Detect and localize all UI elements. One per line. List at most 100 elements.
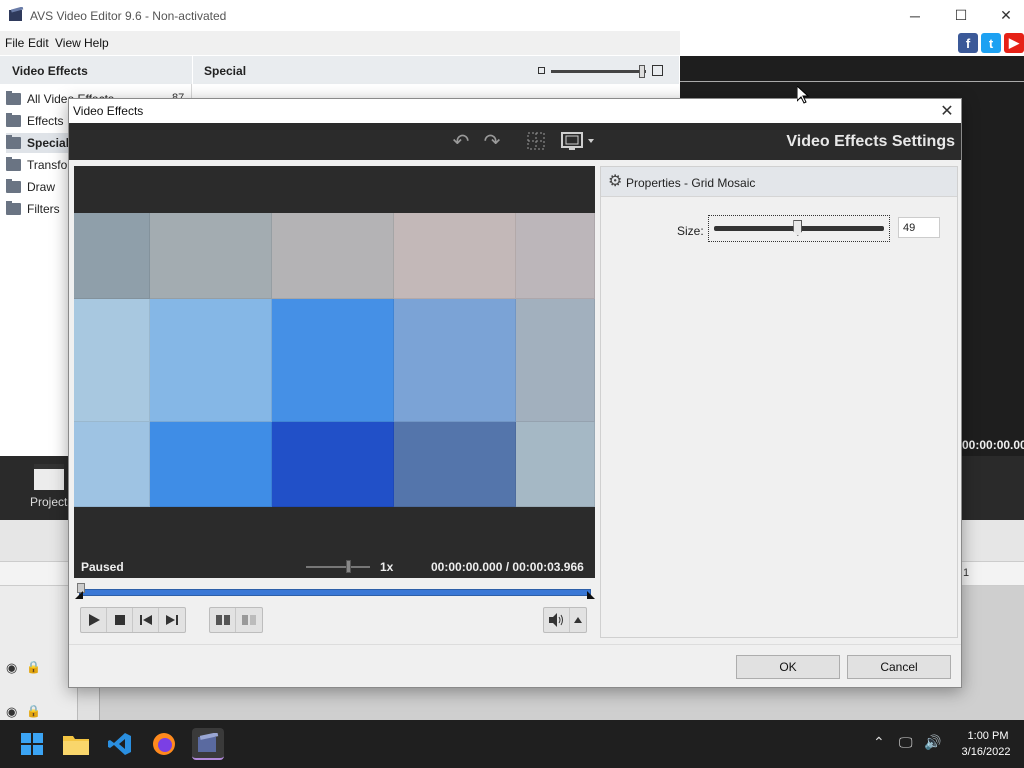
zoom-in-icon[interactable] bbox=[652, 65, 663, 76]
category-label: Effects bbox=[27, 114, 64, 128]
select-area-icon[interactable] bbox=[524, 130, 548, 152]
mosaic-tile bbox=[516, 299, 595, 422]
volume-controls bbox=[543, 607, 587, 633]
main-time-readout: 00:00:00.000 bbox=[962, 438, 1024, 452]
special-panel-title: Special bbox=[204, 64, 247, 78]
range-start-marker[interactable] bbox=[75, 591, 83, 599]
thumbnail-size-slider[interactable] bbox=[551, 70, 646, 73]
windows-start-icon[interactable] bbox=[16, 728, 48, 760]
twitter-icon[interactable]: t bbox=[981, 33, 1001, 53]
clapperboard-icon[interactable] bbox=[34, 464, 64, 490]
firefox-icon[interactable] bbox=[148, 728, 180, 760]
compare-view-button[interactable] bbox=[236, 608, 262, 632]
folder-icon bbox=[6, 157, 21, 171]
zoom-out-icon[interactable] bbox=[538, 67, 545, 74]
aspect-ratio-dropdown[interactable] bbox=[559, 130, 599, 152]
track-headers: ◉ 🔒 ◉ 🔒 bbox=[0, 586, 78, 720]
ok-button[interactable]: OK bbox=[736, 655, 840, 679]
speed-slider-handle[interactable] bbox=[345, 560, 351, 573]
volume-icon[interactable]: 🔊 bbox=[924, 734, 941, 751]
preview-seek-bar[interactable] bbox=[75, 583, 595, 599]
compare-view-icon bbox=[242, 615, 256, 625]
size-label: Size: bbox=[677, 224, 704, 238]
size-slider-handle[interactable] bbox=[793, 220, 803, 236]
effect-preview: Paused 1x 00:00:00.000 / 00:00:03.966 bbox=[74, 166, 595, 578]
time-readout: 00:00:00.000 / 00:00:03.966 bbox=[431, 560, 584, 574]
file-explorer-icon[interactable] bbox=[60, 728, 92, 760]
facebook-icon[interactable]: f bbox=[958, 33, 978, 53]
undo-icon[interactable]: ↶ bbox=[449, 130, 473, 153]
menu-file[interactable]: File bbox=[5, 36, 24, 50]
chevron-up-icon[interactable]: ⌃ bbox=[873, 734, 885, 751]
size-input[interactable]: 49 bbox=[898, 217, 940, 238]
minimize-button[interactable]: ─ bbox=[892, 0, 938, 31]
avs-video-editor-taskbar-icon[interactable] bbox=[192, 728, 224, 760]
mouse-cursor-icon bbox=[797, 86, 809, 104]
category-label: Draw bbox=[27, 180, 56, 194]
clock-time[interactable]: 1:00 PM bbox=[960, 730, 1016, 742]
network-icon[interactable]: 🖵 bbox=[899, 734, 913, 751]
split-view-icon bbox=[215, 615, 230, 625]
properties-header: ⚙ Properties - Grid Mosaic bbox=[601, 167, 957, 197]
speed-value: 1x bbox=[380, 560, 394, 574]
mosaic-tile bbox=[150, 213, 272, 299]
mosaic-tile bbox=[272, 299, 394, 422]
speed-slider[interactable] bbox=[306, 566, 370, 568]
dialog-toolbar: ↶ ↷ Video Effects Settings bbox=[69, 123, 961, 160]
skip-back-icon bbox=[139, 615, 152, 625]
vscode-icon[interactable] bbox=[104, 728, 136, 760]
maximize-button[interactable]: ☐ bbox=[938, 0, 984, 31]
menu-help[interactable]: Help bbox=[84, 36, 109, 50]
volume-button[interactable] bbox=[544, 608, 570, 632]
cancel-button[interactable]: Cancel bbox=[847, 655, 951, 679]
app-title: AVS Video Editor 9.6 - Non-activated bbox=[30, 9, 227, 23]
close-button[interactable]: ✕ bbox=[983, 0, 1024, 31]
grid-mosaic-preview bbox=[74, 213, 595, 507]
mosaic-tile bbox=[272, 213, 394, 299]
folder-icon bbox=[6, 113, 21, 127]
thumbnail-size-handle[interactable] bbox=[639, 65, 645, 78]
mosaic-tile bbox=[516, 213, 595, 299]
eye-icon[interactable]: ◉ bbox=[6, 660, 17, 676]
eye-icon[interactable]: ◉ bbox=[6, 704, 17, 720]
split-view-button[interactable] bbox=[210, 608, 236, 632]
dialog-titlebar: Video Effects ✕ bbox=[69, 99, 961, 123]
speaker-icon bbox=[548, 613, 563, 627]
mosaic-tile bbox=[74, 422, 150, 507]
mosaic-tile bbox=[394, 422, 516, 507]
folder-icon bbox=[6, 135, 21, 149]
caret-up-icon bbox=[574, 617, 582, 623]
mosaic-tile bbox=[74, 213, 150, 299]
menu-view[interactable]: View bbox=[55, 36, 81, 50]
menu-edit[interactable]: Edit bbox=[28, 36, 49, 50]
properties-title: Properties - Grid Mosaic bbox=[626, 176, 756, 190]
size-slider[interactable] bbox=[708, 215, 890, 242]
clock-date[interactable]: 3/16/2022 bbox=[956, 746, 1016, 758]
next-frame-button[interactable] bbox=[159, 608, 185, 632]
effects-panel-header: Video Effects bbox=[0, 56, 192, 84]
dialog-close-button[interactable]: ✕ bbox=[935, 100, 959, 122]
video-effects-dialog: Video Effects ✕ ↶ ↷ Video Effects Settin… bbox=[68, 98, 962, 688]
range-end-marker[interactable] bbox=[587, 591, 595, 599]
projects-button-label[interactable]: Projects bbox=[30, 495, 73, 509]
transport-controls bbox=[80, 607, 186, 633]
youtube-icon[interactable]: ▶ bbox=[1004, 33, 1024, 53]
time-total: 00:00:03.966 bbox=[512, 560, 584, 574]
ruler-mark: 1 bbox=[963, 567, 970, 579]
settings-title: Video Effects Settings bbox=[786, 133, 955, 150]
play-button[interactable] bbox=[81, 608, 107, 632]
volume-dropdown[interactable] bbox=[570, 608, 586, 632]
properties-panel: ⚙ Properties - Grid Mosaic Size: 49 bbox=[600, 166, 958, 638]
lock-icon[interactable]: 🔒 bbox=[26, 660, 41, 674]
stop-button[interactable] bbox=[107, 608, 133, 632]
redo-icon[interactable]: ↷ bbox=[480, 130, 504, 153]
mosaic-tile bbox=[150, 299, 272, 422]
previous-frame-button[interactable] bbox=[133, 608, 159, 632]
lock-icon[interactable]: 🔒 bbox=[26, 704, 41, 718]
seek-track[interactable] bbox=[79, 589, 591, 596]
mosaic-tile bbox=[150, 422, 272, 507]
dialog-title: Video Effects bbox=[73, 104, 144, 118]
mosaic-tile bbox=[394, 299, 516, 422]
divider bbox=[69, 644, 961, 645]
category-label: Special bbox=[27, 136, 70, 150]
